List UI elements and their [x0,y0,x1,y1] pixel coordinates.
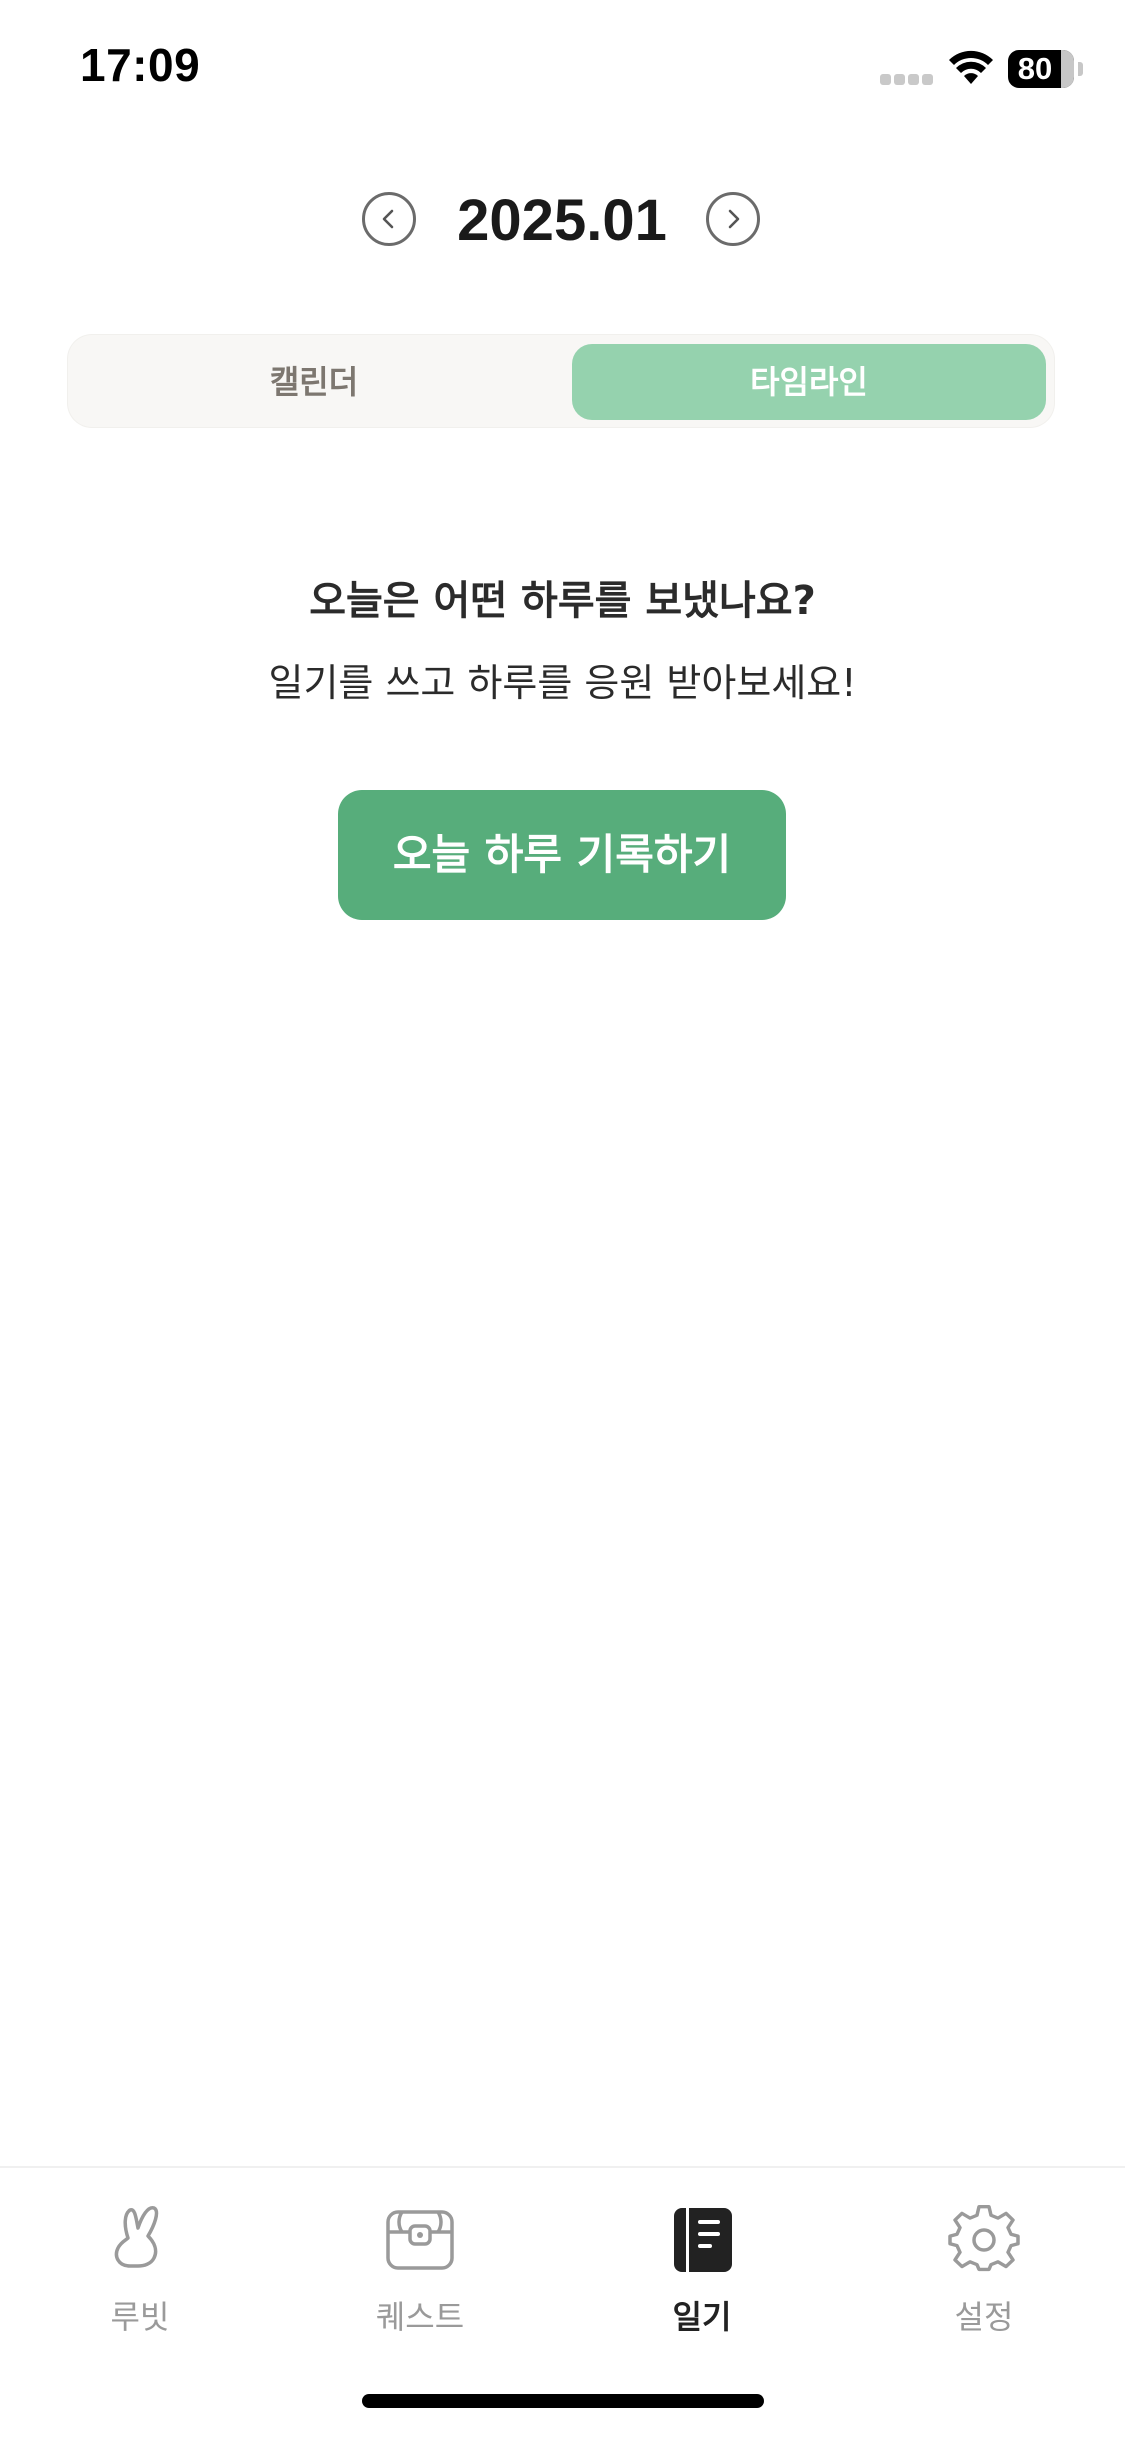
chevron-right-icon [728,209,740,229]
wifi-icon [949,50,993,84]
previous-month-button[interactable] [362,192,416,246]
status-bar: 17:09 80 [0,0,1125,140]
tab-label: 설정 [954,2298,1014,2336]
signal-icon [880,74,934,86]
tab-timeline[interactable]: 타임라인 [572,344,1046,420]
tab-rubit[interactable]: 루빗 [40,2204,240,2344]
rabbit-icon [114,2206,159,2268]
tab-label: 퀘스트 [375,2298,465,2336]
month-title: 2025.01 [457,188,667,253]
chevron-left-icon [382,209,394,229]
next-month-button[interactable] [706,192,760,246]
tab-label: 루빗 [110,2298,170,2336]
tab-calendar[interactable]: 캘린더 [76,344,552,420]
view-toggle: 캘린더 타임라인 [68,335,1054,427]
tab-label: 일기 [672,2298,732,2336]
battery-cap [1078,62,1083,76]
treasure-chest-icon [386,2210,454,2270]
tab-settings[interactable]: 설정 [884,2204,1084,2344]
tab-diary[interactable]: 일기 [602,2204,802,2344]
empty-state-subtitle: 일기를 쓰고 하루를 응원 받아보세요! [268,661,857,705]
home-indicator [362,2394,764,2408]
diary-icon [674,2208,732,2272]
write-diary-button[interactable]: 오늘 하루 기록하기 [338,790,786,920]
status-time: 17:09 [80,39,201,91]
month-navigation: 2025.01 [0,180,1125,260]
empty-state-title: 오늘은 어떤 하루를 보냈나요? [309,578,816,624]
battery-icon: 80 [1008,50,1074,88]
battery-level: 80 [1017,51,1053,86]
tab-quest[interactable]: 퀘스트 [320,2204,520,2344]
gear-icon [948,2205,1020,2272]
